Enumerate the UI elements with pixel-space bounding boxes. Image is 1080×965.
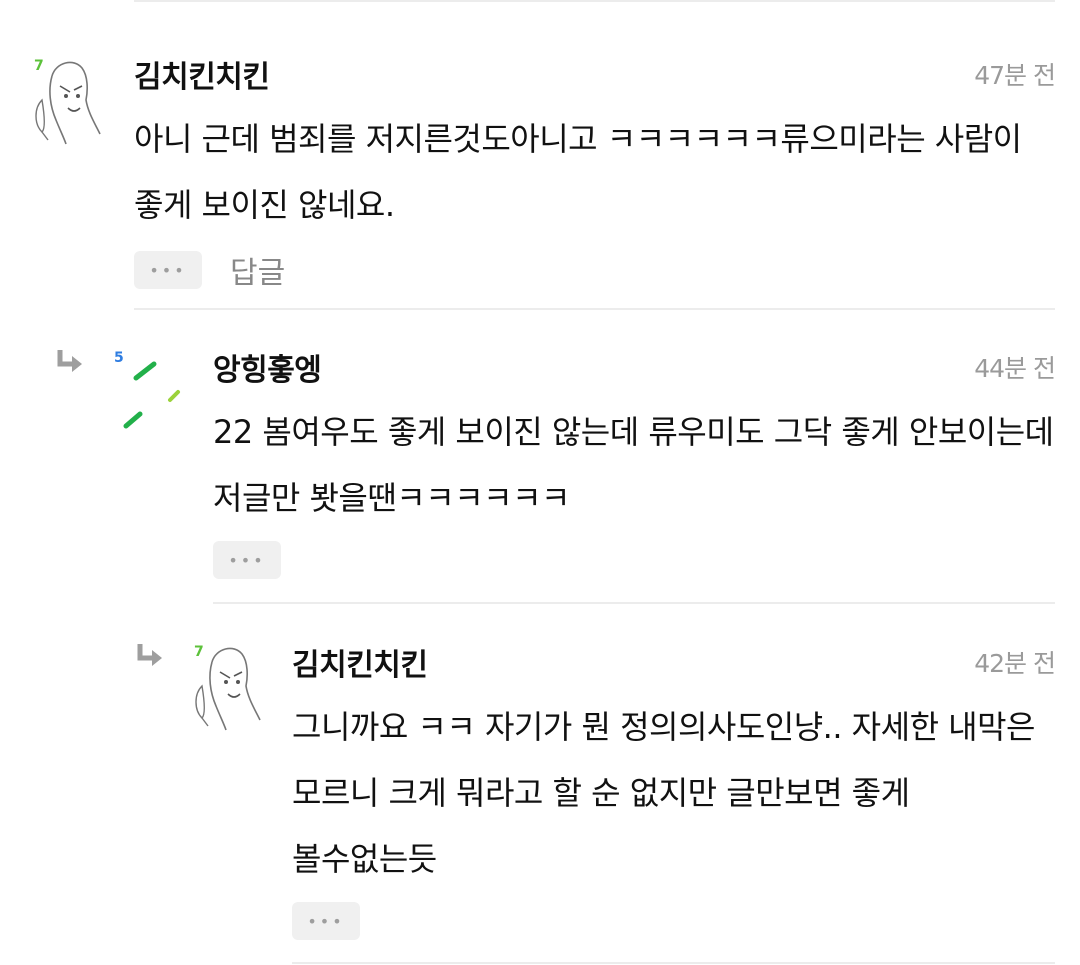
comment-text: 아니 근데 범죄를 저지른것도아니고 ㅋㅋㅋㅋㅋㅋ류으미라는 사람이 좋게 보이… [134, 120, 1022, 224]
comment-author[interactable]: 김치킨치킨 [292, 640, 428, 684]
top-divider [134, 0, 1055, 2]
avatar[interactable] [190, 642, 270, 732]
profile-drawing-icon [195, 647, 261, 731]
reply-arrow-icon [137, 644, 162, 666]
comment: 김치킨치킨 47분 전 아니 근데 범죄를 저지른것도아니고 ㅋㅋㅋㅋㅋㅋ류으미… [134, 52, 1056, 292]
avatar[interactable] [118, 354, 198, 444]
comment-text: 22 봄여우도 좋게 보이진 않는데 류우미도 그닥 좋게 안보이는데 저글만 … [213, 413, 1054, 517]
comment: 앙힝홓엥 44분 전 22 봄여우도 좋게 보이진 않는데 류우미도 그닥 좋게… [213, 345, 1056, 579]
comment-text: 그니까요 ㅋㅋ 자기가 뭔 정의의사도인냥.. 자세한 내막은 모르니 크게 뭐… [292, 708, 1036, 878]
comment-divider [292, 962, 1055, 964]
avatar[interactable] [30, 56, 110, 146]
more-button[interactable]: ••• [213, 541, 281, 579]
comment-author[interactable]: 김치킨치킨 [134, 52, 270, 96]
comment-time: 47분 전 [974, 61, 1056, 90]
more-button[interactable]: ••• [292, 902, 360, 940]
comment-author[interactable]: 앙힝홓엥 [213, 345, 322, 389]
comment-divider [213, 602, 1055, 604]
profile-drawing-icon [35, 61, 101, 145]
reply-arrow-icon [57, 350, 82, 372]
comment-time: 44분 전 [974, 354, 1056, 383]
comment: 김치킨치킨 42분 전 그니까요 ㅋㅋ 자기가 뭔 정의의사도인냥.. 자세한 … [292, 640, 1056, 940]
green-dash-avatar-icon [123, 361, 180, 429]
reply-button[interactable]: 답글 [230, 248, 285, 292]
comment-divider [134, 308, 1055, 310]
comment-time: 42분 전 [974, 649, 1056, 678]
more-button[interactable]: ••• [134, 251, 202, 289]
